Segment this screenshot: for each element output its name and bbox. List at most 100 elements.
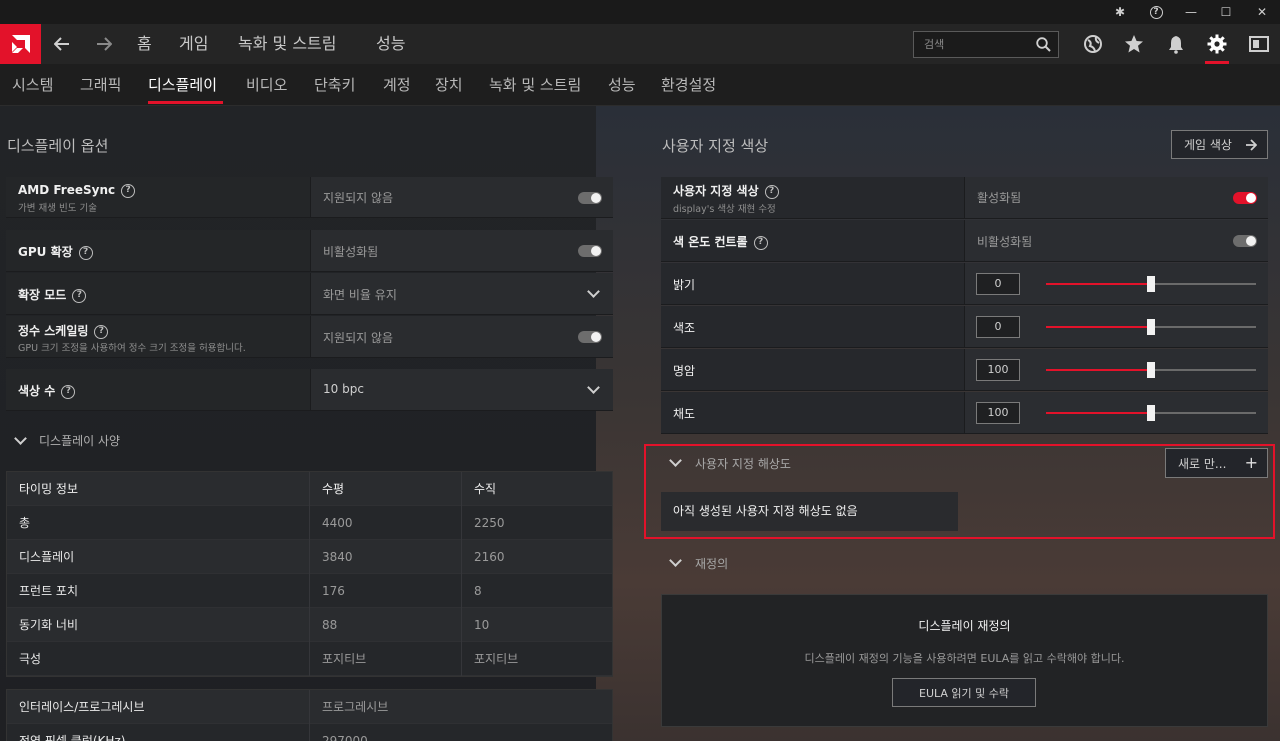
slider-thumb[interactable] [1147, 319, 1155, 335]
help-icon[interactable]: ? [94, 324, 109, 339]
star-icon[interactable] [1117, 28, 1151, 60]
search-icon[interactable] [1036, 37, 1051, 52]
integer-scaling-toggle[interactable] [578, 331, 602, 343]
table-row: 프런트 포치 176 8 [7, 574, 612, 608]
bell-icon[interactable] [1159, 28, 1193, 60]
contrast-slider[interactable] [1046, 362, 1256, 378]
tab-devices[interactable]: 장치 [435, 64, 463, 106]
sidebar-toggle-icon[interactable] [1242, 28, 1276, 60]
table-row: 총 4400 2250 [7, 506, 612, 540]
custom-color-toggle[interactable] [1233, 192, 1257, 204]
tab-record-stream[interactable]: 녹화 및 스트림 [489, 64, 581, 106]
override-box-text: 디스플레이 재정의 기능을 사용하려면 EULA를 읽고 수락해야 합니다. [804, 652, 1125, 665]
freesync-toggle[interactable] [578, 192, 602, 204]
pixel-clock-value: 297000 [309, 724, 614, 741]
row-vertical: 10 [461, 608, 614, 642]
color-temp-label: 색 온도 컨트롤 [673, 235, 748, 249]
saturation-label: 채도 [673, 407, 696, 421]
pixel-clock-label: 전역 픽셀 클럭(KHz) [19, 734, 126, 741]
color-depth-dropdown[interactable]: 10 bpc [310, 369, 613, 410]
saturation-slider[interactable] [1046, 405, 1256, 421]
scaling-mode-dropdown[interactable]: 화면 비율 유지 [310, 273, 613, 314]
minimize-icon[interactable]: — [1175, 0, 1207, 24]
slider-thumb[interactable] [1147, 276, 1155, 292]
tab-video[interactable]: 비디오 [246, 64, 287, 106]
display-options-title: 디스플레이 옵션 [7, 137, 109, 155]
display-specs-title[interactable]: 디스플레이 사양 [39, 432, 120, 449]
brightness-value-box[interactable]: 0 [976, 273, 1020, 295]
interlace-label: 인터레이스/프로그레시브 [19, 700, 145, 714]
bug-icon[interactable]: ✱ [1104, 0, 1136, 24]
gpu-scaling-toggle[interactable] [578, 245, 602, 257]
custom-color-label: 사용자 지정 색상 [673, 184, 759, 198]
row-horizontal: 3840 [309, 540, 461, 574]
brightness-label: 밝기 [673, 278, 696, 292]
new-resolution-button[interactable]: 새로 만... + [1165, 448, 1268, 478]
settings-tabs: 시스템 그래픽 디스플레이 비디오 단축키 계정 장치 녹화 및 스트림 성능 … [0, 64, 1280, 106]
new-resolution-label: 새로 만... [1178, 456, 1227, 471]
nav-home[interactable]: 홈 [137, 24, 152, 64]
help-icon[interactable]: ? [78, 245, 93, 260]
contrast-value-box[interactable]: 100 [976, 359, 1020, 381]
plus-icon: + [1244, 453, 1258, 472]
back-arrow-icon[interactable] [48, 24, 76, 64]
tab-preferences[interactable]: 환경설정 [661, 64, 716, 106]
hue-value-box[interactable]: 0 [976, 316, 1020, 338]
row-label: 총 [19, 516, 31, 530]
hue-slider[interactable] [1046, 319, 1256, 335]
tab-system[interactable]: 시스템 [12, 64, 53, 106]
settings-gear-icon[interactable] [1200, 28, 1234, 60]
color-temp-toggle[interactable] [1233, 235, 1257, 247]
brightness-slider[interactable] [1046, 276, 1256, 292]
override-title[interactable]: 재정의 [695, 555, 728, 572]
row-vertical: 2250 [461, 506, 614, 540]
help-icon[interactable]: ? [72, 288, 87, 303]
custom-color-row: 사용자 지정 색상? display's 색상 재현 수정 활성화됨 [661, 177, 1268, 219]
help-icon[interactable]: ? [764, 184, 779, 199]
tab-account[interactable]: 계정 [383, 64, 411, 106]
eula-button[interactable]: EULA 읽기 및 수락 [892, 678, 1036, 707]
hue-label: 색조 [673, 321, 696, 335]
amd-logo-icon[interactable] [0, 24, 41, 64]
custom-color-value: 활성화됨 [977, 191, 1022, 205]
slider-thumb[interactable] [1147, 405, 1155, 421]
close-icon[interactable]: ✕ [1246, 0, 1278, 24]
saturation-value-box[interactable]: 100 [976, 402, 1020, 424]
custom-resolution-title[interactable]: 사용자 지정 해상도 [695, 455, 791, 472]
slider-thumb[interactable] [1147, 362, 1155, 378]
active-tab-indicator [148, 101, 223, 104]
forward-arrow-icon[interactable] [90, 24, 118, 64]
help-icon[interactable]: ? [61, 384, 76, 399]
scan-table: 인터레이스/프로그레시브 프로그레시브 전역 픽셀 클럭(KHz) 297000 [6, 689, 613, 741]
table-row: 전역 픽셀 클럭(KHz) 297000 [7, 724, 612, 741]
integer-scaling-value: 지원되지 않음 [323, 331, 394, 345]
help-icon[interactable]: ? [1140, 0, 1172, 24]
row-vertical: 포지티브 [461, 642, 614, 676]
freesync-label: AMD FreeSync [18, 183, 116, 197]
scaling-mode-value: 화면 비율 유지 [323, 288, 397, 302]
search-box[interactable] [913, 31, 1059, 58]
help-icon[interactable]: ? [121, 183, 136, 198]
nav-performance[interactable]: 성능 [376, 24, 405, 64]
row-horizontal: 포지티브 [309, 642, 461, 676]
gpu-scaling-row: GPU 확장? 비활성화됨 [6, 230, 613, 272]
maximize-icon[interactable]: ☐ [1210, 0, 1242, 24]
override-box-title: 디스플레이 재정의 [918, 619, 1011, 633]
tab-performance[interactable]: 성능 [608, 64, 636, 106]
top-navigation: 홈 게임 녹화 및 스트림 성능 [0, 24, 1280, 64]
table-row: 극성 포지티브 포지티브 [7, 642, 612, 676]
row-label: 디스플레이 [19, 550, 75, 564]
scaling-mode-row: 확장 모드? 화면 비율 유지 [6, 273, 613, 315]
tab-hotkeys[interactable]: 단축키 [314, 64, 355, 106]
nav-record-stream[interactable]: 녹화 및 스트림 [238, 24, 337, 64]
integer-scaling-label: 정수 스케일링 [18, 324, 89, 338]
freesync-sub: 가변 재생 빈도 기술 [18, 203, 97, 214]
tab-display[interactable]: 디스플레이 [148, 64, 217, 106]
tab-graphics[interactable]: 그래픽 [80, 64, 121, 106]
search-input[interactable] [914, 32, 1034, 57]
globe-icon[interactable] [1076, 28, 1110, 60]
game-color-button[interactable]: 게임 색상 [1171, 130, 1268, 159]
nav-gaming[interactable]: 게임 [179, 24, 208, 64]
help-icon[interactable]: ? [753, 235, 768, 250]
table-header: 타이밍 정보 수평 수직 [7, 472, 612, 506]
